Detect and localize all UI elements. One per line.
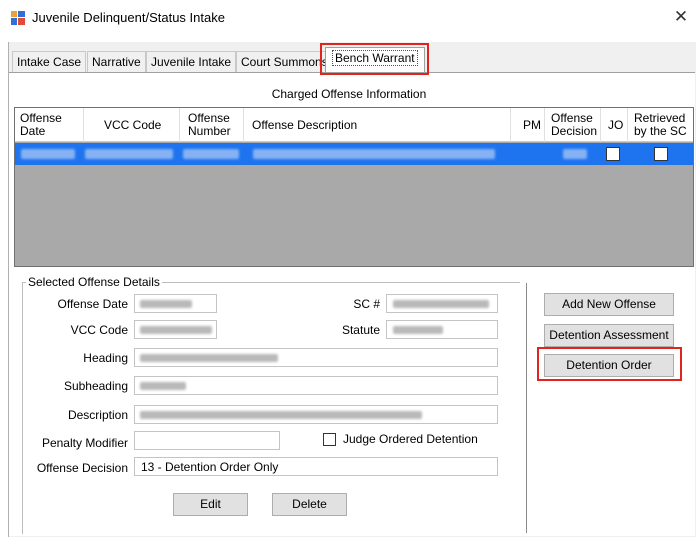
statute-field[interactable]	[386, 320, 498, 339]
sc-number-label: SC #	[353, 297, 380, 311]
penalty-modifier-field[interactable]	[134, 431, 280, 450]
grid-header: Offense Date VCC Code Offense Number Off…	[15, 108, 693, 142]
tab-court-summons[interactable]: Court Summons	[236, 51, 333, 72]
details-group-label: Selected Offense Details	[26, 275, 162, 289]
judge-ordered-detention-label[interactable]: Judge Ordered Detention	[343, 432, 478, 446]
penalty-modifier-label: Penalty Modifier	[41, 436, 128, 450]
offense-date-label: Offense Date	[57, 297, 129, 311]
col-offense-number[interactable]: Offense Number	[180, 108, 244, 142]
offense-decision-field[interactable]: 13 - Detention Order Only	[134, 457, 498, 476]
col-offense-description[interactable]: Offense Description	[244, 108, 511, 142]
vcc-code-value-redacted	[140, 326, 212, 334]
vcc-code-field[interactable]	[134, 320, 217, 339]
subheading-label: Subheading	[63, 379, 128, 393]
table-row-selected[interactable]	[15, 143, 693, 165]
col-offense-decision[interactable]: Offense Decision	[545, 108, 601, 142]
offense-decision-value: 13 - Detention Order Only	[141, 460, 279, 474]
description-value-redacted	[140, 411, 422, 419]
sc-number-field[interactable]	[386, 294, 498, 313]
subheading-field[interactable]	[134, 376, 498, 395]
col-jo[interactable]: JO	[601, 108, 628, 142]
add-new-offense-button[interactable]: Add New Offense	[544, 293, 674, 316]
heading-label: Heading	[83, 351, 128, 365]
judge-ordered-detention-checkbox[interactable]	[323, 433, 336, 446]
offense-decision-label: Offense Decision	[36, 461, 128, 475]
detention-order-button[interactable]: Detention Order	[544, 354, 674, 377]
heading-value-redacted	[140, 354, 278, 362]
retrieved-checkbox[interactable]	[654, 147, 668, 161]
col-retrieved-by-sc[interactable]: Retrieved by the SC	[628, 108, 693, 142]
tab-juvenile-intake[interactable]: Juvenile Intake	[146, 51, 237, 72]
cell-offense-date-redacted	[21, 149, 75, 159]
section-title: Charged Offense Information	[271, 87, 427, 101]
offense-date-field[interactable]	[134, 294, 217, 313]
col-pm[interactable]: PM	[511, 108, 545, 142]
col-vcc-code[interactable]: VCC Code	[84, 108, 180, 142]
edit-button[interactable]: Edit	[173, 493, 248, 516]
offense-date-value-redacted	[140, 300, 192, 308]
app-icon	[11, 11, 25, 25]
close-button[interactable]: ✕	[668, 6, 694, 28]
description-field[interactable]	[134, 405, 498, 424]
cell-offense-number-redacted	[183, 149, 239, 159]
sc-number-value-redacted	[393, 300, 489, 308]
tab-narrative[interactable]: Narrative	[87, 51, 146, 72]
cell-offense-decision-redacted	[563, 149, 587, 159]
statute-value-redacted	[393, 326, 443, 334]
group-border-left	[22, 282, 23, 534]
col-offense-date[interactable]: Offense Date	[20, 108, 84, 142]
statute-label: Statute	[341, 323, 380, 337]
description-label: Description	[67, 408, 128, 422]
vertical-separator	[526, 283, 527, 533]
window-title: Juvenile Delinquent/Status Intake	[32, 10, 225, 25]
close-icon[interactable]: ✕	[674, 7, 688, 26]
jo-checkbox[interactable]	[606, 147, 620, 161]
offense-grid[interactable]: Offense Date VCC Code Offense Number Off…	[14, 107, 694, 267]
cell-offense-description-redacted	[253, 149, 495, 159]
tab-highlight-box	[320, 43, 429, 75]
vcc-code-label: VCC Code	[70, 323, 128, 337]
detention-assessment-button[interactable]: Detention Assessment	[544, 324, 674, 347]
cell-vcc-code-redacted	[85, 149, 173, 159]
heading-field[interactable]	[134, 348, 498, 367]
subheading-value-redacted	[140, 382, 186, 390]
delete-button[interactable]: Delete	[272, 493, 347, 516]
tab-intake-case[interactable]: Intake Case	[12, 51, 87, 72]
